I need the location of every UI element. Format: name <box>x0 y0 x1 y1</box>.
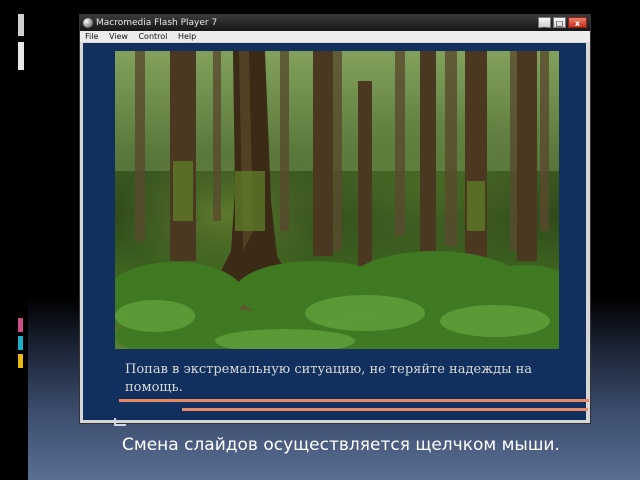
divider-line <box>119 399 589 402</box>
slide-decoration-cyan <box>18 336 23 350</box>
slide-caption: Попав в экстремальную ситуацию, не теряй… <box>125 362 533 395</box>
slide-instruction-text: Смена слайдов осуществляется щелчком мыш… <box>122 435 560 455</box>
close-button[interactable]: x <box>568 17 587 28</box>
maximize-button[interactable]: □ <box>553 17 566 28</box>
window-title: Macromedia Flash Player 7 <box>96 18 218 28</box>
forest-photo <box>115 51 559 349</box>
player-window: Macromedia Flash Player 7 _ □ x File Vie… <box>80 15 590 423</box>
menu-view[interactable]: View <box>105 31 132 42</box>
forest-illustration <box>115 51 559 349</box>
menu-help[interactable]: Help <box>174 31 200 42</box>
menu-file[interactable]: File <box>80 31 102 42</box>
window-titlebar[interactable]: Macromedia Flash Player 7 _ □ x <box>80 15 590 31</box>
flash-player-icon <box>83 18 93 28</box>
menu-bar: File View Control Help <box>80 31 590 42</box>
minimize-button[interactable]: _ <box>538 17 551 28</box>
menu-control[interactable]: Control <box>134 31 171 42</box>
presentation-stage: Macromedia Flash Player 7 _ □ x File Vie… <box>0 0 640 480</box>
divider-line <box>182 408 588 411</box>
slide-decoration <box>18 42 24 70</box>
slide-decoration <box>18 14 24 36</box>
bullet-icon <box>114 418 126 426</box>
slide-decoration-pink <box>18 318 23 332</box>
left-strip <box>0 0 28 480</box>
movie-content[interactable]: Попав в экстремальную ситуацию, не теряй… <box>83 43 586 420</box>
slide-decoration-yellow <box>18 354 23 368</box>
